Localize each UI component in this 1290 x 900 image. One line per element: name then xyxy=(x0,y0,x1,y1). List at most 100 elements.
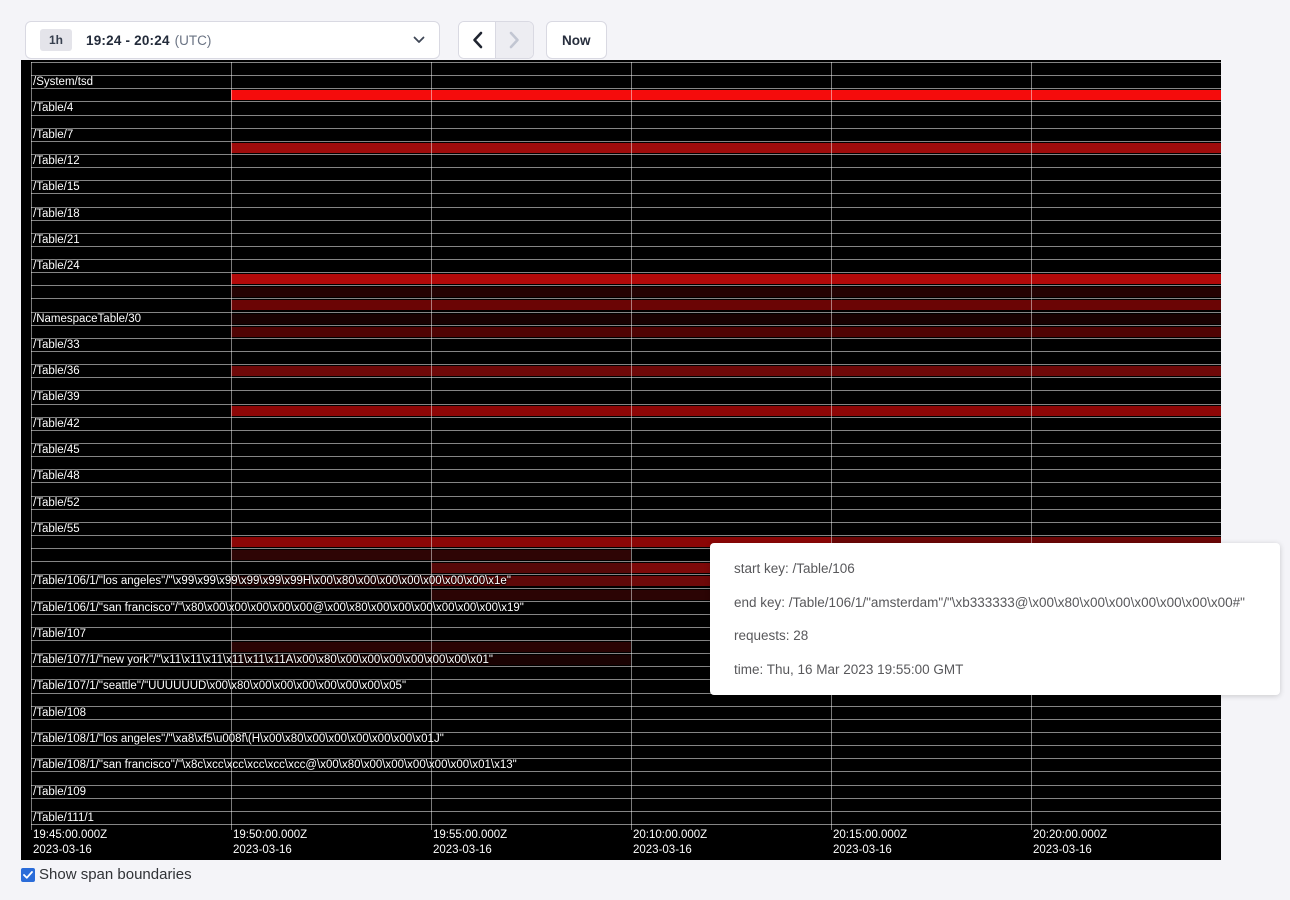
heatmap-row[interactable] xyxy=(21,771,1221,784)
heatmap-row[interactable]: /Table/48 xyxy=(21,469,1221,482)
time-gridline xyxy=(1031,62,1032,830)
axis-tick-label: 20:20:00.000Z2023-03-16 xyxy=(1033,828,1107,858)
heatmap-row[interactable] xyxy=(21,193,1221,206)
row-label: /Table/111/1 xyxy=(33,813,94,824)
heatmap-row[interactable] xyxy=(21,509,1221,522)
span-boundary-line xyxy=(31,771,1221,772)
timezone-text: (UTC) xyxy=(175,33,212,48)
heatmap-row[interactable] xyxy=(21,719,1221,732)
span-boundary-line xyxy=(31,364,1221,365)
row-label: /Table/109 xyxy=(33,787,86,798)
span-boundary-line xyxy=(31,798,1221,799)
heatmap-row[interactable] xyxy=(21,482,1221,495)
span-boundary-line xyxy=(31,785,1221,786)
heatmap-row[interactable] xyxy=(21,88,1221,101)
tooltip-requests: requests: 28 xyxy=(734,619,1280,653)
span-boundary-line xyxy=(31,824,1221,825)
heatmap-row[interactable] xyxy=(21,115,1221,128)
heatmap-row[interactable] xyxy=(21,404,1221,417)
span-boundary-line xyxy=(31,141,1221,142)
span-boundary-line xyxy=(31,469,1221,470)
span-boundary-line xyxy=(31,298,1221,299)
hot-range-band[interactable] xyxy=(231,287,1221,297)
heatmap-row[interactable] xyxy=(21,351,1221,364)
heatmap-row[interactable] xyxy=(21,298,1221,311)
hot-range-band[interactable] xyxy=(231,143,1221,153)
row-label: /Table/55 xyxy=(33,524,80,535)
prev-time-button[interactable] xyxy=(459,22,496,58)
row-label: /Table/42 xyxy=(33,419,80,430)
heatmap-row[interactable] xyxy=(21,62,1221,75)
heatmap-row[interactable]: /Table/39 xyxy=(21,390,1221,403)
hot-range-band[interactable] xyxy=(431,563,631,573)
span-boundary-line xyxy=(31,115,1221,116)
span-boundary-line xyxy=(31,535,1221,536)
heatmap-row[interactable]: /Table/15 xyxy=(21,180,1221,193)
heatmap-row[interactable]: /Table/18 xyxy=(21,207,1221,220)
heatmap-row[interactable]: /Table/24 xyxy=(21,259,1221,272)
heatmap-row[interactable] xyxy=(21,430,1221,443)
heatmap-row[interactable]: /Table/33 xyxy=(21,338,1221,351)
heatmap-row[interactable] xyxy=(21,798,1221,811)
heatmap-row[interactable]: /Table/36 xyxy=(21,364,1221,377)
row-label: /Table/108 xyxy=(33,708,86,719)
hot-range-band[interactable] xyxy=(231,300,1221,310)
heatmap-row[interactable] xyxy=(21,325,1221,338)
heatmap-row[interactable] xyxy=(21,285,1221,298)
heatmap-row[interactable]: /Table/109 xyxy=(21,785,1221,798)
span-boundary-line xyxy=(31,220,1221,221)
heatmap-row[interactable]: /Table/108/1/"san francisco"/"\x8c\xcc\x… xyxy=(21,758,1221,771)
heatmap-row[interactable] xyxy=(21,141,1221,154)
hot-range-band[interactable] xyxy=(231,366,1221,376)
heatmap-row[interactable]: /Table/108/1/"los angeles"/"\xa8\xf5\u00… xyxy=(21,732,1221,745)
key-visualizer-heatmap[interactable]: /System/tsd/Table/4/Table/7/Table/12/Tab… xyxy=(21,60,1221,860)
row-label: /Table/36 xyxy=(33,366,80,377)
hot-range-band[interactable] xyxy=(231,90,1221,100)
heatmap-row[interactable]: /Table/52 xyxy=(21,496,1221,509)
span-boundary-line xyxy=(31,745,1221,746)
span-boundary-line xyxy=(31,404,1221,405)
heatmap-row[interactable] xyxy=(21,272,1221,285)
heatmap-row[interactable]: /Table/21 xyxy=(21,233,1221,246)
heatmap-row[interactable] xyxy=(21,456,1221,469)
heatmap-row[interactable] xyxy=(21,745,1221,758)
span-boundary-line xyxy=(31,75,1221,76)
heatmap-row[interactable]: /Table/108 xyxy=(21,706,1221,719)
span-boundary-line xyxy=(31,154,1221,155)
heatmap-row[interactable]: /Table/45 xyxy=(21,443,1221,456)
heatmap-row[interactable] xyxy=(21,377,1221,390)
heatmap-row[interactable]: /Table/7 xyxy=(21,128,1221,141)
hot-range-band[interactable] xyxy=(231,274,1221,284)
row-label: /Table/107/1/"new york"/"\x11\x11\x11\x1… xyxy=(33,655,493,666)
time-gridline xyxy=(431,62,432,830)
heatmap-row[interactable]: /Table/111/1 xyxy=(21,811,1221,824)
hot-range-band[interactable] xyxy=(231,314,1221,324)
time-gridline xyxy=(631,62,632,830)
span-boundary-line xyxy=(31,719,1221,720)
show-span-boundaries-checkbox[interactable] xyxy=(21,868,35,882)
span-boundary-line xyxy=(31,509,1221,510)
time-range-picker[interactable]: 1h 19:24 - 20:24 (UTC) xyxy=(25,21,440,59)
heatmap-row[interactable]: /Table/42 xyxy=(21,417,1221,430)
heatmap-row[interactable]: /Table/4 xyxy=(21,101,1221,114)
heatmap-row[interactable] xyxy=(21,220,1221,233)
now-button[interactable]: Now xyxy=(546,21,607,59)
heatmap-row[interactable]: /Table/12 xyxy=(21,154,1221,167)
heatmap-row[interactable]: /Table/55 xyxy=(21,522,1221,535)
toolbar: 1h 19:24 - 20:24 (UTC) Now xyxy=(0,0,1290,60)
span-boundary-line xyxy=(31,430,1221,431)
time-range-text: 19:24 - 20:24 xyxy=(86,33,170,48)
axis-tick-label: 19:50:00.000Z2023-03-16 xyxy=(233,828,307,858)
heatmap-row[interactable] xyxy=(21,246,1221,259)
heatmap-row[interactable]: /NamespaceTable/30 xyxy=(21,312,1221,325)
heatmap-row[interactable] xyxy=(21,167,1221,180)
heatmap-row[interactable]: /System/tsd xyxy=(21,75,1221,88)
chevron-down-icon xyxy=(413,36,425,44)
span-boundary-line xyxy=(31,259,1221,260)
row-label: /Table/21 xyxy=(33,235,80,246)
hot-range-band[interactable] xyxy=(231,327,1221,337)
next-time-button[interactable] xyxy=(496,22,533,58)
span-boundary-line xyxy=(31,377,1221,378)
hot-range-band[interactable] xyxy=(231,406,1221,416)
tooltip-start-key: start key: /Table/106 xyxy=(734,552,1280,586)
